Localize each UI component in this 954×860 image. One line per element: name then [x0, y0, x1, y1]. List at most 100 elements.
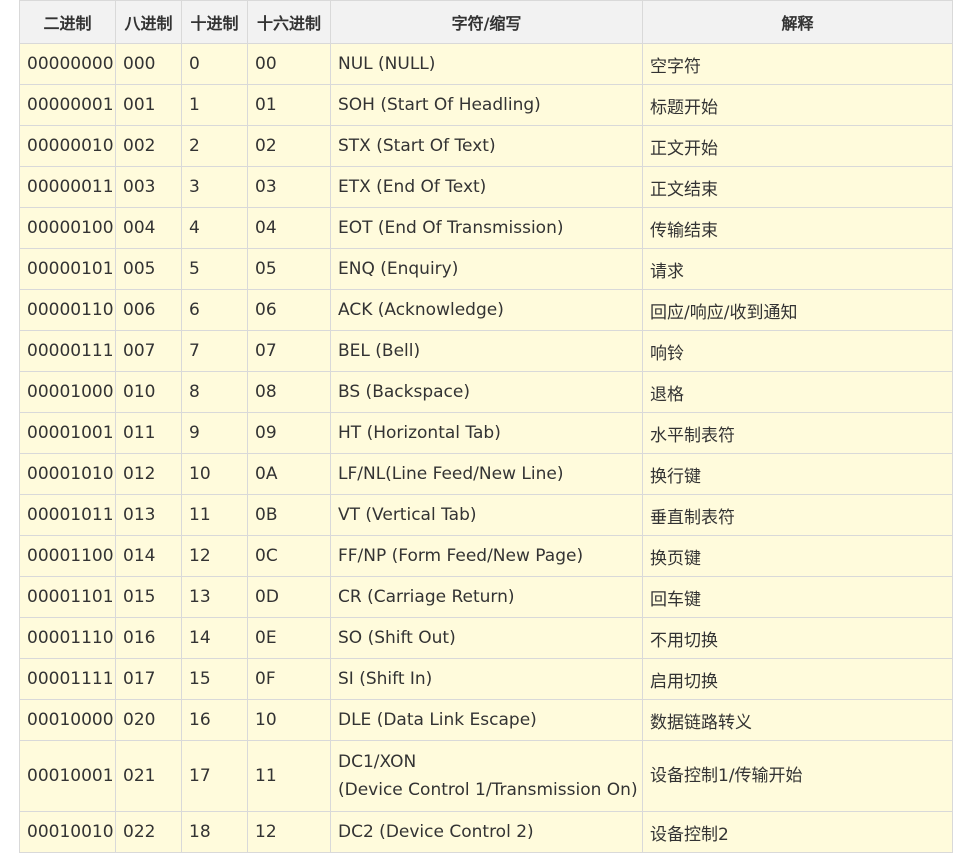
cell-character: LF/NL(Line Feed/New Line) [330, 453, 643, 495]
cell-hex: 10 [247, 699, 331, 741]
character-text: BEL (Bell) [338, 341, 421, 361]
table-row: 00000111 007 7 07 BEL (Bell) 响铃 [19, 330, 953, 372]
cell-character: ETX (End Of Text) [330, 166, 643, 208]
cell-octal: 016 [115, 617, 182, 659]
header-description: 解释 [642, 0, 953, 44]
character-text: HT (Horizontal Tab) [338, 423, 501, 443]
cell-hex: 01 [247, 84, 331, 126]
cell-octal: 013 [115, 494, 182, 536]
cell-decimal: 16 [181, 699, 248, 741]
cell-binary: 00001010 [19, 453, 116, 495]
character-text: (Device Control 1/Transmission On) [338, 780, 638, 800]
character-text: SI (Shift In) [338, 669, 433, 689]
header-binary: 二进制 [19, 0, 116, 44]
cell-binary: 00010001 [19, 740, 116, 812]
character-text: ACK (Acknowledge) [338, 300, 504, 320]
character-text: SO (Shift Out) [338, 628, 456, 648]
cell-decimal: 0 [181, 43, 248, 85]
cell-description: 正文结束 [642, 166, 953, 208]
cell-binary: 00001011 [19, 494, 116, 536]
cell-hex: 06 [247, 289, 331, 331]
cell-hex: 0A [247, 453, 331, 495]
cell-octal: 021 [115, 740, 182, 812]
table-row: 00000001 001 1 01 SOH (Start Of Headling) 标题开… [19, 84, 953, 126]
cell-decimal: 8 [181, 371, 248, 413]
cell-octal: 011 [115, 412, 182, 454]
table-header: 二进制 八进制 十进制 十六进制 字符/缩写 解释 [19, 0, 953, 44]
cell-binary: 00010000 [19, 699, 116, 741]
cell-character: DC2 (Device Control 2) [330, 811, 643, 853]
cell-octal: 010 [115, 371, 182, 413]
cell-binary: 00000011 [19, 166, 116, 208]
table-row: 00001011 013 11 0B VT (Vertical Tab) 垂直制表符 [19, 494, 953, 536]
cell-binary: 00000000 [19, 43, 116, 85]
header-octal: 八进制 [115, 0, 182, 44]
cell-character: STX (Start Of Text) [330, 125, 643, 167]
cell-octal: 014 [115, 535, 182, 577]
cell-description: 数据链路转义 [642, 699, 953, 741]
cell-description: 传输结束 [642, 207, 953, 249]
cell-decimal: 5 [181, 248, 248, 290]
cell-description: 标题开始 [642, 84, 953, 126]
ascii-table: 二进制 八进制 十进制 十六进制 字符/缩写 解释 00000000 000 0 00… [19, 0, 953, 853]
cell-character: BEL (Bell) [330, 330, 643, 372]
cell-hex: 0F [247, 658, 331, 700]
character-text: LF/NL(Line Feed/New Line) [338, 464, 564, 484]
table-row: 00000010 002 2 02 STX (Start Of Text) 正文开始 [19, 125, 953, 167]
cell-binary: 00000010 [19, 125, 116, 167]
cell-decimal: 6 [181, 289, 248, 331]
cell-decimal: 7 [181, 330, 248, 372]
cell-description: 设备控制2 [642, 811, 953, 853]
cell-description: 不用切换 [642, 617, 953, 659]
cell-character: DC1/XON (Device Control 1/Transmission On… [330, 740, 643, 812]
cell-binary: 00001101 [19, 576, 116, 618]
table-row: 00001000 010 8 08 BS (Backspace) 退格 [19, 371, 953, 413]
cell-character: NUL (NULL) [330, 43, 643, 85]
table-row: 00001001 011 9 09 HT (Horizontal Tab) 水平制表符 [19, 412, 953, 454]
cell-hex: 02 [247, 125, 331, 167]
cell-binary: 00000001 [19, 84, 116, 126]
cell-decimal: 13 [181, 576, 248, 618]
cell-binary: 00001000 [19, 371, 116, 413]
cell-hex: 00 [247, 43, 331, 85]
cell-description: 回车键 [642, 576, 953, 618]
header-character: 字符/缩写 [330, 0, 643, 44]
character-text: DLE (Data Link Escape) [338, 710, 537, 730]
cell-description: 垂直制表符 [642, 494, 953, 536]
table-row: 00010001 021 17 11 DC1/XON (Device Control 1/… [19, 740, 953, 812]
cell-binary: 00000101 [19, 248, 116, 290]
character-text: DC1/XON [338, 752, 417, 772]
header-decimal: 十进制 [181, 0, 248, 44]
table-row: 00000101 005 5 05 ENQ (Enquiry) 请求 [19, 248, 953, 290]
cell-octal: 005 [115, 248, 182, 290]
cell-description: 回应/响应/收到通知 [642, 289, 953, 331]
header-row: 二进制 八进制 十进制 十六进制 字符/缩写 解释 [19, 0, 953, 44]
table-row: 00000100 004 4 04 EOT (End Of Transmission) 传… [19, 207, 953, 249]
cell-character: ACK (Acknowledge) [330, 289, 643, 331]
table-row: 00000110 006 6 06 ACK (Acknowledge) 回应/响应/收到通… [19, 289, 953, 331]
cell-character: FF/NP (Form Feed/New Page) [330, 535, 643, 577]
cell-description: 换页键 [642, 535, 953, 577]
cell-binary: 00001111 [19, 658, 116, 700]
cell-decimal: 3 [181, 166, 248, 208]
table-row: 00010000 020 16 10 DLE (Data Link Escape) 数据链… [19, 699, 953, 741]
cell-description: 启用切换 [642, 658, 953, 700]
page: 二进制 八进制 十进制 十六进制 字符/缩写 解释 00000000 000 0 00… [0, 0, 954, 860]
cell-octal: 002 [115, 125, 182, 167]
cell-hex: 0D [247, 576, 331, 618]
cell-description: 正文开始 [642, 125, 953, 167]
header-hex: 十六进制 [247, 0, 331, 44]
cell-octal: 017 [115, 658, 182, 700]
cell-character: SI (Shift In) [330, 658, 643, 700]
cell-decimal: 10 [181, 453, 248, 495]
cell-hex: 07 [247, 330, 331, 372]
cell-hex: 11 [247, 740, 331, 812]
cell-description: 设备控制1/传输开始 [642, 740, 953, 812]
cell-hex: 03 [247, 166, 331, 208]
character-text: FF/NP (Form Feed/New Page) [338, 546, 584, 566]
cell-character: VT (Vertical Tab) [330, 494, 643, 536]
cell-binary: 00001001 [19, 412, 116, 454]
cell-character: CR (Carriage Return) [330, 576, 643, 618]
cell-character: SO (Shift Out) [330, 617, 643, 659]
table-row: 00000000 000 0 00 NUL (NULL) 空字符 [19, 43, 953, 85]
